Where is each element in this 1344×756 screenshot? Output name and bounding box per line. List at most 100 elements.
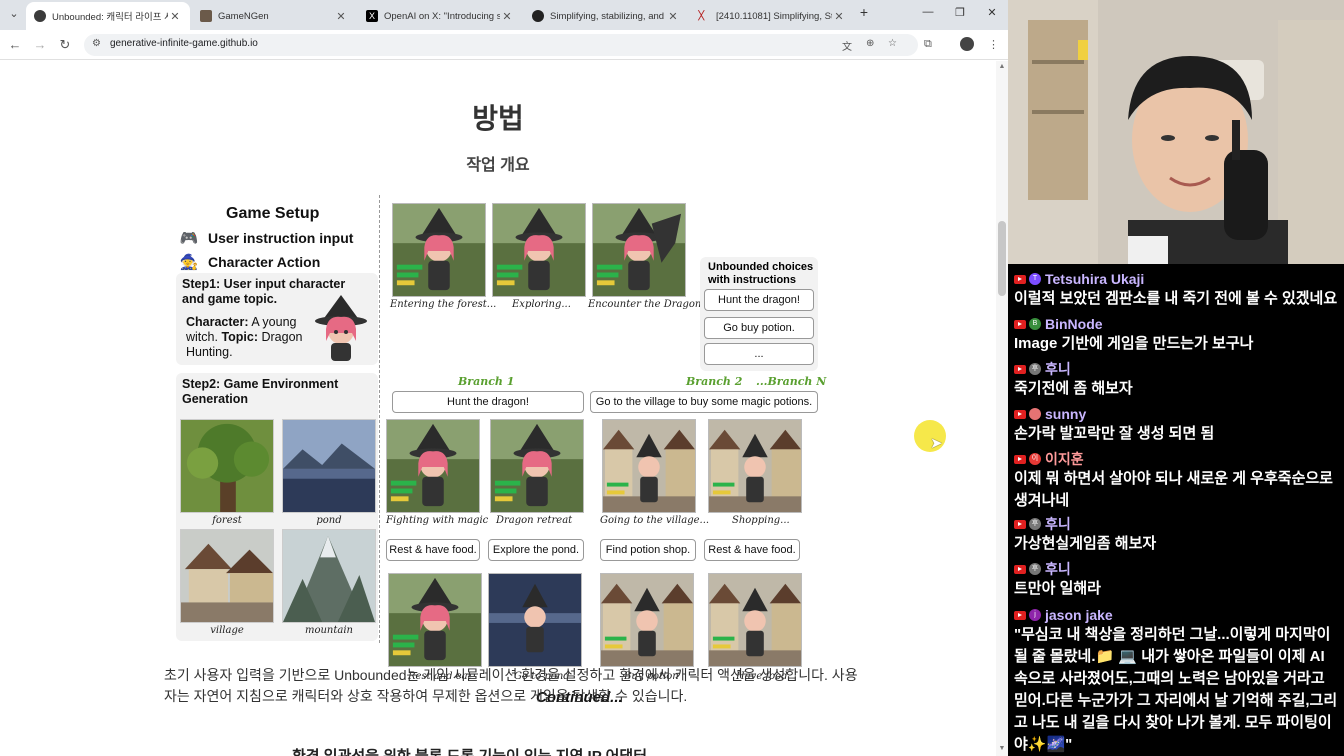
env-label-village: village	[210, 625, 244, 636]
chat-message: 후 후니 트만아 일해라	[1014, 560, 1340, 600]
caption-shopping: Shopping...	[732, 515, 790, 526]
character-action-label: Character Action	[208, 254, 321, 270]
choices-panel: Unbounded choices with instructions Hunt…	[700, 257, 818, 371]
caption-entering-forest: Entering the forest...	[390, 299, 497, 310]
tab-title: OpenAI on X: "Introducing sC	[384, 10, 500, 22]
chat-author: 후니	[1045, 361, 1071, 377]
section-title: 작업 개요	[466, 157, 530, 174]
scene-shopping	[708, 419, 802, 513]
youtube-icon	[1014, 610, 1026, 620]
address-bar[interactable]: ⚙ generative-infinite-game.github.io 文 ⊕…	[84, 34, 918, 56]
youtube-icon	[1014, 564, 1026, 574]
globe-icon	[34, 10, 46, 22]
mountain-image	[282, 529, 376, 623]
avatar: j	[1029, 609, 1041, 621]
close-tab-icon[interactable]: ✕	[334, 10, 348, 23]
chat-text: 손가락 발꼬락만 잘 생성 되면 됨	[1014, 425, 1215, 442]
close-window-icon[interactable]: ✕	[982, 6, 1002, 19]
site-favicon-icon	[200, 10, 212, 22]
step2-title: Step2: Game Environment Generation	[182, 377, 339, 406]
minimize-icon[interactable]: —	[918, 6, 938, 18]
chat-text: 이제 뭐 하면서 살아야 되나 새로운 게 우후죽순으로 생겨나네	[1014, 470, 1333, 509]
next-section-title: 환경 일관성을 위한 블록 드롭 기능이 있는 지역 IP 어댑터	[292, 745, 647, 756]
site-settings-icon[interactable]: ⚙	[92, 38, 101, 49]
tab-arxiv[interactable]: ᚷ [2410.11081] Simplifying, Stab ✕	[690, 2, 854, 30]
arxiv-logo-icon: ᚷ	[698, 10, 705, 22]
tab-title: Simplifying, stabilizing, and sc	[550, 10, 666, 22]
scene-encounter-dragon	[592, 203, 686, 297]
tab-openai-blog[interactable]: Simplifying, stabilizing, and sc ✕	[524, 2, 688, 30]
scene-have-food	[708, 573, 802, 667]
game-setup-panel: Game Setup 🎮 User instruction input 🧙 Ch…	[174, 195, 380, 643]
youtube-icon	[1014, 364, 1026, 374]
chat-text: 트만아 일해라	[1014, 580, 1101, 597]
tab-openai-x[interactable]: X OpenAI on X: "Introducing sC ✕	[358, 2, 522, 30]
tab-title: [2410.11081] Simplifying, Stab	[716, 10, 832, 22]
choices-title: Unbounded choices with instructions	[708, 261, 814, 286]
back-icon[interactable]: ←	[7, 37, 23, 53]
tab-gamengen[interactable]: GameNGen ✕	[192, 2, 356, 30]
chat-text: 죽기전에 좀 해보자	[1014, 380, 1133, 397]
instruction-explore-pond: Explore the pond.	[488, 539, 584, 561]
new-tab-button[interactable]: +	[854, 4, 874, 20]
mouse-cursor-icon: ➤	[930, 435, 943, 452]
avatar: 후	[1029, 363, 1041, 375]
close-tab-icon[interactable]: ✕	[832, 10, 846, 23]
chat-message: B BinNode Image 기반에 게임을 만드는가 보구나	[1014, 315, 1340, 355]
chat-message: 이 이지훈 이제 뭐 하면서 살아야 되나 새로운 게 우후죽순으로 생겨나네	[1014, 450, 1340, 512]
user-instruction-row: 🎮 User instruction input	[178, 229, 354, 247]
url-text[interactable]: generative-infinite-game.github.io	[110, 38, 258, 49]
chat-author: 후니	[1045, 516, 1071, 532]
overview-figure: Game Setup 🎮 User instruction input 🧙 Ch…	[170, 191, 830, 706]
topic-label: Topic:	[221, 330, 259, 344]
scroll-up-icon[interactable]: ▲	[996, 63, 1008, 70]
chat-text: Image 기반에 게임을 만드는가 보구나	[1014, 335, 1254, 352]
avatar: 후	[1029, 563, 1041, 575]
chat-author: Tetsuhira Ukaji	[1045, 271, 1145, 287]
chat-message: 후 후니 죽기전에 좀 해보자	[1014, 360, 1340, 400]
pond-image	[282, 419, 376, 513]
caption-encounter: Encounter the Dragon!	[588, 299, 706, 310]
village-image	[180, 529, 274, 623]
scene-go-pond	[488, 573, 582, 667]
menu-icon[interactable]: ⋮	[988, 38, 999, 51]
caption-fighting: Fighting with magic	[386, 515, 489, 526]
caption-exploring: Exploring...	[512, 299, 571, 310]
scroll-down-icon[interactable]: ▼	[996, 745, 1008, 752]
close-tab-icon[interactable]: ✕	[666, 10, 680, 23]
toolbar: ← → ↻ ⚙ generative-infinite-game.github.…	[0, 30, 1008, 60]
forward-icon[interactable]: →	[32, 37, 48, 53]
tab-search-button[interactable]: ⌄	[6, 5, 22, 23]
openai-logo-icon	[532, 10, 544, 22]
scene-going-village	[602, 419, 696, 513]
chat-text: "무심코 내 책상을 정리하던 그날...이렇게 마지막이 될 줄 몰랐네.📁 …	[1014, 626, 1338, 753]
caption-going-village: Going to the village...	[600, 515, 710, 526]
chat-author: BinNode	[1045, 316, 1103, 332]
live-chat-panel: T Tetsuhira Ukaji 이럴적 보았던 겜판소를 내 죽기 전에 볼 …	[1008, 264, 1344, 756]
game-setup-title: Game Setup	[226, 205, 320, 222]
zoom-icon[interactable]: ⊕	[866, 38, 874, 49]
scene-rest-eat	[388, 573, 482, 667]
tab-strip: ⌄ Unbounded: 캐릭터 라이프 시 ✕ GameNGen ✕ X Op…	[0, 0, 1008, 30]
close-tab-icon[interactable]: ✕	[168, 10, 182, 23]
choice-buy-potion: Go buy potion.	[704, 317, 814, 339]
scrollbar-thumb[interactable]	[998, 221, 1006, 296]
tab-unbounded[interactable]: Unbounded: 캐릭터 라이프 시 ✕	[26, 2, 190, 30]
branch-1-label: Branch 1	[458, 375, 515, 388]
scene-fighting	[386, 419, 480, 513]
close-tab-icon[interactable]: ✕	[500, 10, 514, 23]
restore-icon[interactable]: ❐	[950, 6, 970, 19]
profile-avatar[interactable]	[960, 37, 974, 51]
step1-body: Character: A young witch. Topic: Dragon …	[186, 315, 310, 360]
gamepad-icon: 🎮	[179, 230, 199, 247]
instruction-find-shop: Find potion shop.	[600, 539, 696, 561]
translate-icon[interactable]: 文	[842, 38, 852, 53]
chat-author: 후니	[1045, 561, 1071, 577]
extensions-icon[interactable]: ⧉	[924, 38, 932, 51]
scene-dragon-retreat	[490, 419, 584, 513]
bookmark-star-icon[interactable]: ☆	[888, 38, 897, 49]
youtube-icon	[1014, 319, 1026, 329]
step2-box: Step2: Game Environment Generation fores…	[176, 373, 378, 641]
reload-icon[interactable]: ↻	[57, 37, 73, 53]
page-scrollbar[interactable]: ▲ ▼	[996, 61, 1008, 756]
